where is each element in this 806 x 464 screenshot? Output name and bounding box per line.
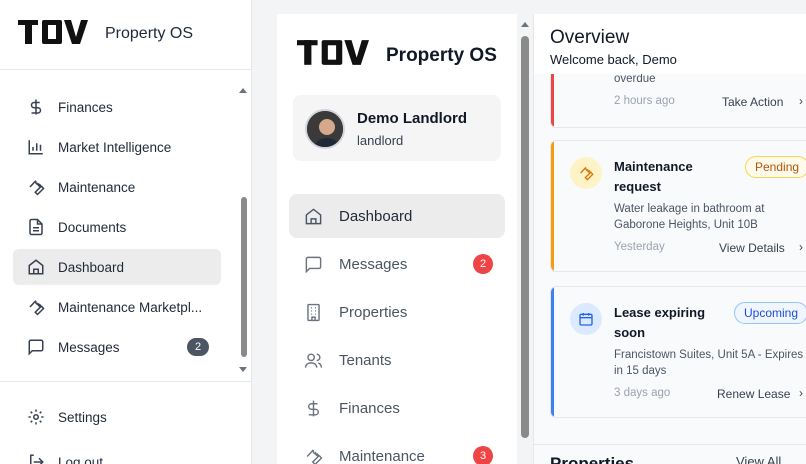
nav-item-maintenance[interactable]: Maintenance 3 bbox=[289, 434, 505, 464]
overview-content: Overview Welcome back, Demo overdue 2 ho… bbox=[533, 14, 806, 464]
dollar-icon bbox=[26, 97, 46, 117]
users-icon bbox=[303, 350, 323, 370]
panel-title: Property OS bbox=[386, 45, 497, 66]
settings-label: Settings bbox=[58, 409, 107, 425]
renew-lease-button[interactable]: Renew Lease bbox=[717, 387, 790, 401]
panel-scrollbar[interactable] bbox=[521, 36, 529, 438]
chevron-right-icon: › bbox=[799, 240, 803, 254]
dollar-icon bbox=[303, 398, 323, 418]
messages-badge: 2 bbox=[473, 254, 493, 274]
wrench-icon bbox=[26, 177, 46, 197]
sidebar-item-label: Dashboard bbox=[58, 259, 125, 275]
left-sidebar: Property OS Finances Market Intelligence… bbox=[0, 0, 252, 464]
sidebar-item-messages[interactable]: Messages 2 bbox=[13, 329, 221, 365]
chevron-right-icon: › bbox=[799, 94, 803, 108]
bar-chart-icon bbox=[26, 137, 46, 157]
card-time: Yesterday bbox=[614, 241, 665, 253]
card-time: 2 hours ago bbox=[614, 95, 675, 107]
nav-item-tenants[interactable]: Tenants bbox=[289, 338, 505, 382]
profile-role: landlord bbox=[357, 133, 404, 148]
sidebar-nav: Finances Market Intelligence Maintenance… bbox=[0, 80, 251, 380]
sidebar-item-label: Maintenance Marketpl... bbox=[58, 299, 203, 315]
nav-item-label: Dashboard bbox=[339, 207, 413, 225]
message-icon bbox=[26, 337, 46, 357]
logout-icon bbox=[26, 452, 46, 464]
sidebar-item-label: Documents bbox=[58, 219, 127, 235]
sidebar-item-market-intelligence[interactable]: Market Intelligence bbox=[13, 129, 221, 165]
card-time: 3 days ago bbox=[614, 387, 671, 399]
properties-heading: Properties bbox=[550, 454, 635, 464]
status-badge: Upcoming bbox=[734, 302, 806, 324]
logout-button[interactable]: Log out bbox=[13, 444, 221, 464]
sidebar-item-dashboard[interactable]: Dashboard bbox=[13, 249, 221, 285]
avatar bbox=[305, 109, 345, 149]
settings-button[interactable]: Settings bbox=[13, 399, 221, 435]
profile-card[interactable]: Demo Landlord landlord bbox=[293, 95, 501, 161]
document-icon bbox=[26, 217, 46, 237]
card-title: Lease expiring soon bbox=[614, 305, 706, 340]
section-divider bbox=[534, 444, 806, 445]
nav-item-dashboard[interactable]: Dashboard bbox=[289, 194, 505, 238]
sidebar-item-maintenance-marketplace[interactable]: Maintenance Marketpl... bbox=[13, 289, 221, 325]
card-desc: Water leakage in bathroom at Gaborone He… bbox=[614, 203, 765, 231]
nav-item-label: Tenants bbox=[339, 351, 392, 369]
sidebar-item-documents[interactable]: Documents bbox=[13, 209, 221, 245]
card-accent bbox=[551, 287, 554, 417]
card-accent bbox=[551, 141, 554, 271]
card-title: Maintenance request bbox=[614, 159, 693, 194]
overview-header: Overview Welcome back, Demo bbox=[534, 14, 806, 74]
scroll-up-arrow[interactable] bbox=[239, 88, 247, 93]
messages-badge: 2 bbox=[187, 338, 209, 356]
mobile-nav-panel: Property OS Demo Landlord landlord Dashb… bbox=[277, 14, 517, 464]
wrench-icon bbox=[26, 297, 46, 317]
page-title: Overview bbox=[550, 27, 630, 48]
profile-name: Demo Landlord bbox=[357, 110, 468, 127]
nav-item-label: Finances bbox=[339, 399, 400, 417]
sidebar-item-label: Finances bbox=[58, 99, 113, 115]
sidebar-item-finances[interactable]: Finances bbox=[13, 89, 221, 125]
brand-title: Property OS bbox=[105, 25, 194, 42]
view-details-button[interactable]: View Details bbox=[719, 241, 785, 255]
sidebar-item-label: Maintenance bbox=[58, 179, 136, 195]
wrench-icon bbox=[303, 446, 323, 464]
sidebar-scrollbar[interactable] bbox=[241, 197, 247, 357]
sidebar-footer: Settings Log out bbox=[0, 381, 251, 464]
sidebar-item-maintenance[interactable]: Maintenance bbox=[13, 169, 221, 205]
sidebar-brand: Property OS bbox=[0, 0, 251, 70]
scroll-up-arrow[interactable] bbox=[521, 22, 529, 27]
nav-item-properties[interactable]: Properties bbox=[289, 290, 505, 334]
home-icon bbox=[303, 206, 323, 226]
card-desc: Francistown Suites, Unit 5A - Expires in… bbox=[614, 349, 804, 377]
sidebar-item-label: Market Intelligence bbox=[58, 139, 172, 155]
nav-item-label: Messages bbox=[339, 255, 408, 273]
gear-icon bbox=[26, 407, 46, 427]
tov-logo bbox=[297, 40, 369, 65]
nav-item-label: Maintenance bbox=[339, 447, 425, 464]
calendar-icon bbox=[570, 303, 602, 335]
nav-item-label: Properties bbox=[339, 303, 408, 321]
take-action-button[interactable]: Take Action bbox=[722, 95, 783, 109]
tov-logo bbox=[18, 20, 88, 44]
alert-card[interactable]: Lease expiring soon Upcoming Francistown… bbox=[550, 286, 806, 418]
nav-item-messages[interactable]: Messages 2 bbox=[289, 242, 505, 286]
message-icon bbox=[303, 254, 323, 274]
sidebar-item-label: Messages bbox=[58, 339, 120, 355]
home-icon bbox=[26, 257, 46, 277]
status-badge: Pending bbox=[745, 156, 806, 178]
nav-item-finances[interactable]: Finances bbox=[289, 386, 505, 430]
chevron-right-icon: › bbox=[799, 386, 803, 400]
building-icon bbox=[303, 302, 323, 322]
scroll-down-arrow[interactable] bbox=[239, 367, 247, 372]
logout-label: Log out bbox=[58, 454, 104, 464]
welcome-text: Welcome back, Demo bbox=[550, 52, 677, 67]
alert-card[interactable]: Maintenance request Pending Water leakag… bbox=[550, 140, 806, 272]
view-all-link[interactable]: View All bbox=[736, 454, 781, 464]
maintenance-badge: 3 bbox=[473, 446, 493, 464]
wrench-icon bbox=[570, 157, 602, 189]
